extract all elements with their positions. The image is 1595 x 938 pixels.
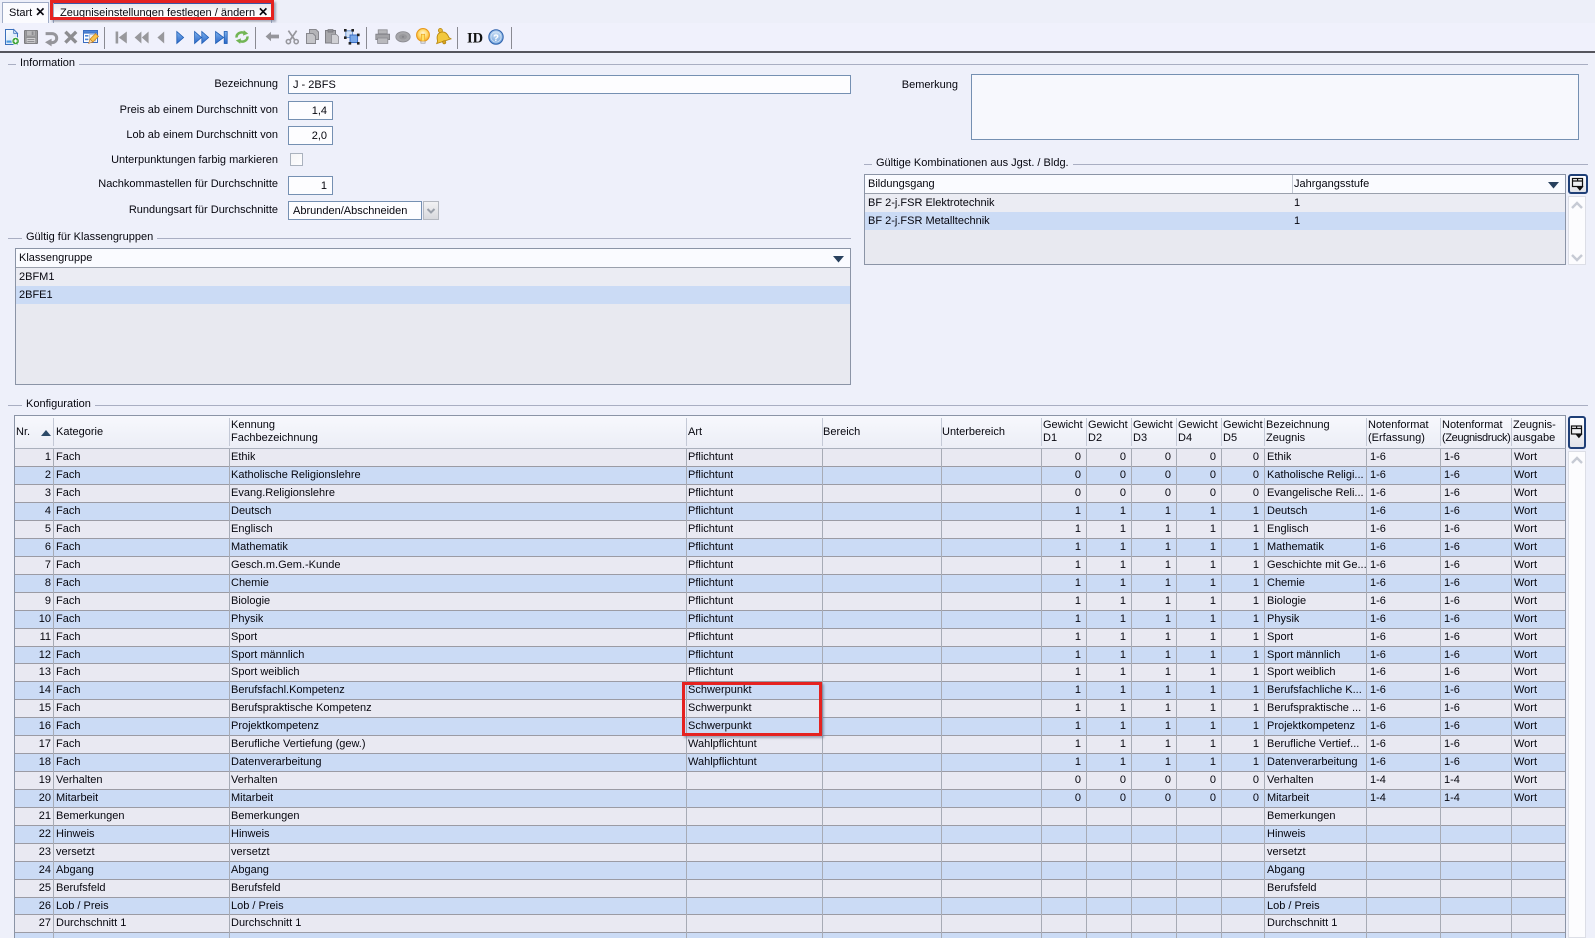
svg-text:?: ? <box>493 33 499 44</box>
svg-text:ID: ID <box>467 31 483 47</box>
